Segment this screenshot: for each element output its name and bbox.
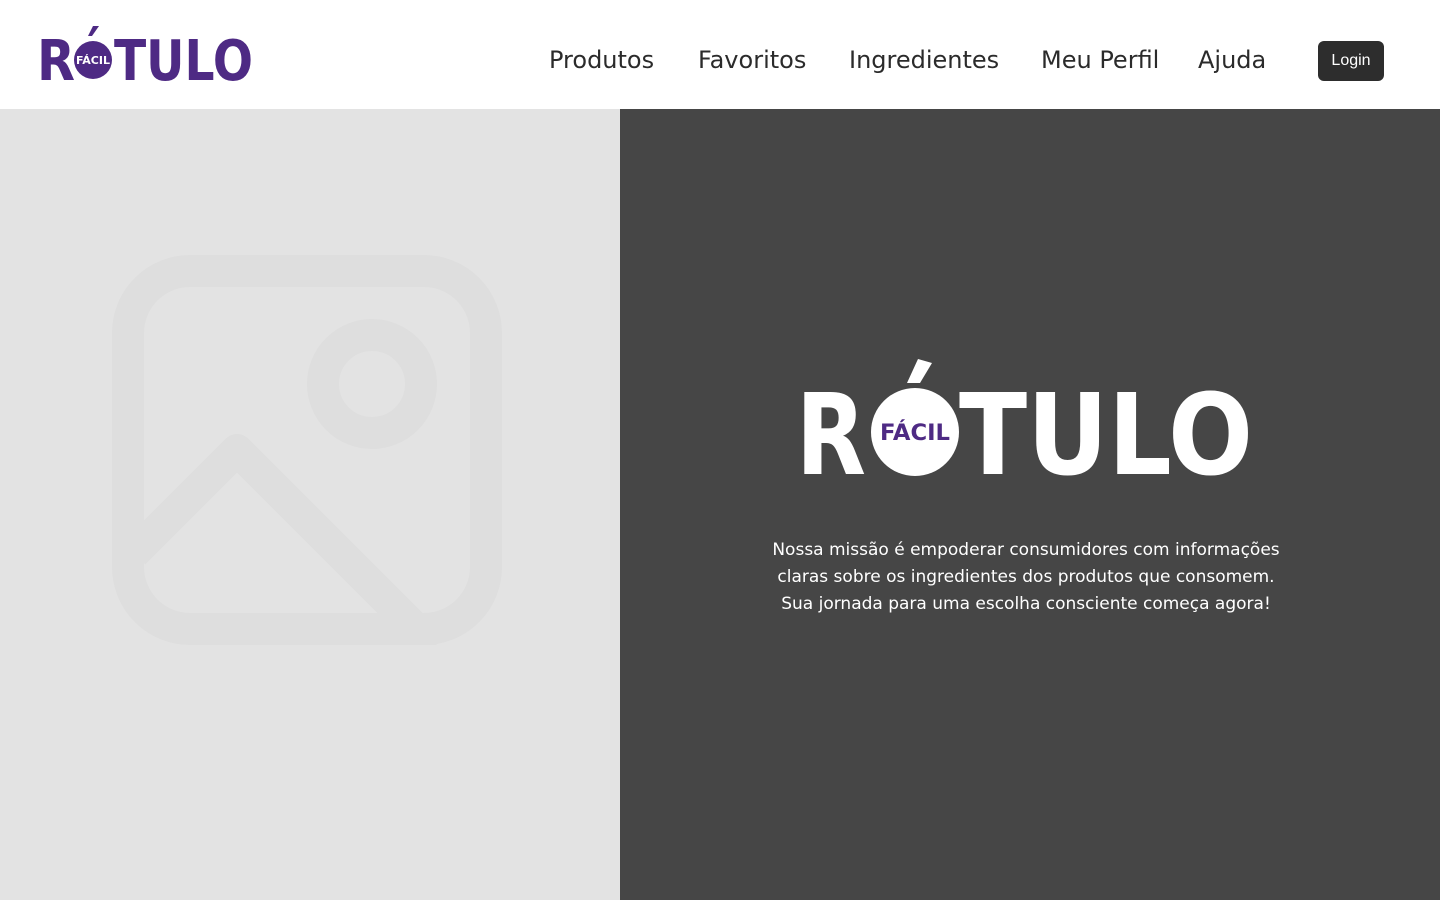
hero-badge-text: FÁCIL bbox=[880, 420, 950, 446]
main-nav: Produtos Favoritos Ingredientes Meu Perf… bbox=[0, 0, 1440, 109]
hero-image-panel bbox=[0, 109, 620, 900]
nav-link-ingredientes[interactable]: Ingredientes bbox=[849, 43, 999, 77]
mission-line: claras sobre os ingredientes dos produto… bbox=[777, 567, 1275, 587]
image-placeholder-icon bbox=[112, 255, 502, 645]
nav-link-favoritos[interactable]: Favoritos bbox=[698, 43, 806, 77]
hero-mission-panel: R FÁCIL TULO Nossa missão é empoderar co… bbox=[620, 109, 1440, 900]
mission-line: Sua jornada para uma escolha consciente … bbox=[781, 594, 1271, 614]
mission-statement: Nossa missão é empoderar consumidores co… bbox=[710, 537, 1342, 618]
nav-link-meu-perfil[interactable]: Meu Perfil bbox=[1041, 43, 1159, 77]
mission-line: Nossa missão é empoderar consumidores co… bbox=[772, 540, 1280, 560]
site-header: R FÁCIL TULO Produtos Favoritos Ingredie… bbox=[0, 0, 1440, 109]
svg-text:TULO: TULO bbox=[959, 371, 1253, 479]
svg-text:R: R bbox=[796, 371, 866, 479]
login-button[interactable]: Login bbox=[1318, 41, 1384, 81]
hero-brand-logo: R FÁCIL TULO bbox=[796, 359, 1253, 479]
nav-link-ajuda[interactable]: Ajuda bbox=[1198, 43, 1266, 77]
nav-link-produtos[interactable]: Produtos bbox=[549, 43, 654, 77]
